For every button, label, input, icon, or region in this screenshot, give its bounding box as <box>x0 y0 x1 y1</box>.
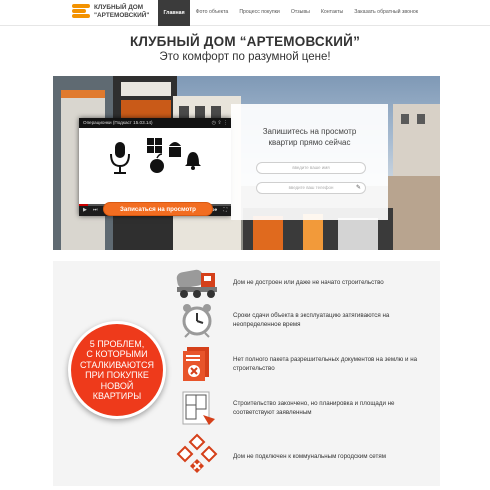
page-title: КЛУБНЫЙ ДОМ “АРТЕМОВСКИЙ” <box>129 34 361 49</box>
site-header: КЛУБНЫЙ ДОМ "АРТЕМОВСКИЙ" Главная Фото о… <box>0 0 490 26</box>
problem-text: Строительство закончено, но планировка и… <box>233 400 395 416</box>
nav-item-callback[interactable]: Заказать обратный звонок <box>349 0 424 26</box>
problem-item: Строительство закончено, но планировка и… <box>163 389 440 429</box>
video-screen[interactable] <box>79 128 231 204</box>
logo-mark-icon <box>72 4 90 21</box>
logo-line-1: КЛУБНЫЙ ДОМ <box>94 4 144 11</box>
problem-item: Сроки сдачи объекта в эксплуатацию затяг… <box>163 301 440 341</box>
video-share-icons[interactable]: ◷ ⇪ ⋮ <box>212 120 228 126</box>
fullscreen-icon[interactable]: ⛶ <box>223 207 227 213</box>
alarm-clock-icon <box>182 304 212 338</box>
form-heading: Запишитесь на просмотр квартир прямо сей… <box>231 126 388 148</box>
problem-text: Дом не достроен или даже не начато строи… <box>233 278 384 286</box>
next-icon[interactable]: ⏭ <box>93 207 98 213</box>
play-icon[interactable]: ▶ <box>83 207 87 213</box>
form-heading-line-2: квартир прямо сейчас <box>268 138 351 147</box>
phone-field[interactable]: введите ваш телефон ✎ <box>256 182 366 194</box>
problem-text: Сроки сдачи объекта в эксплуатацию затяг… <box>233 312 390 328</box>
documents-icon <box>183 347 209 381</box>
nav-item-purchase-process[interactable]: Процесс покупки <box>234 0 286 26</box>
problem-item: Дом не подключен к коммунальным городски… <box>163 433 440 477</box>
page-subtitle: Это комфорт по разумной цене! <box>159 51 331 63</box>
podcast-logos-icon <box>110 138 201 174</box>
submit-button[interactable]: Записаться на просмотр <box>103 202 213 216</box>
problem-text: Нет полного пакета разрешительных докуме… <box>233 356 418 372</box>
nav-item-reviews[interactable]: Отзывы <box>285 0 315 26</box>
problem-text: Дом не подключен к коммунальным городски… <box>233 452 386 460</box>
video-title: Операционки (Подкаст 15.03.14) <box>83 120 153 125</box>
problems-badge-text: 5 ПРОБЛЕМ, С КОТОРЫМИ СТАЛКИВАЮТСЯ ПРИ П… <box>79 338 154 402</box>
concrete-mixer-icon <box>176 269 217 298</box>
logo-text: КЛУБНЫЙ ДОМ "АРТЕМОВСКИЙ" <box>94 4 149 19</box>
problems-badge: 5 ПРОБЛЕМ, С КОТОРЫМИ СТАЛКИВАЮТСЯ ПРИ П… <box>68 321 166 419</box>
name-field[interactable]: введите ваше имя <box>256 162 366 174</box>
floor-plan-icon <box>182 391 215 425</box>
logo-line-2: "АРТЕМОВСКИЙ" <box>94 11 150 19</box>
hero-banner: Операционки (Подкаст 15.03.14) ◷ ⇪ ⋮ ▶ ⏭… <box>53 76 440 250</box>
problem-item: Дом не достроен или даже не начато строи… <box>163 263 440 303</box>
phone-placeholder: введите ваш телефон <box>288 185 334 190</box>
form-heading-line-1: Запишитесь на просмотр <box>262 127 357 136</box>
problems-section: 5 ПРОБЛЕМ, С КОТОРЫМИ СТАЛКИВАЮТСЯ ПРИ П… <box>53 261 440 486</box>
problem-item: Нет полного пакета разрешительных докуме… <box>163 345 440 385</box>
utilities-icon <box>176 433 218 473</box>
video-progress-fill <box>79 204 89 206</box>
signup-form: Запишитесь на просмотр квартир прямо сей… <box>231 104 388 220</box>
pencil-icon: ✎ <box>355 185 361 191</box>
main-nav: Главная Фото объекта Процесс покупки Отз… <box>158 0 423 26</box>
nav-item-photos[interactable]: Фото объекта <box>190 0 234 26</box>
nav-item-contacts[interactable]: Контакты <box>315 0 348 26</box>
logo[interactable]: КЛУБНЫЙ ДОМ "АРТЕМОВСКИЙ" <box>72 3 162 23</box>
nav-item-home[interactable]: Главная <box>158 0 191 26</box>
